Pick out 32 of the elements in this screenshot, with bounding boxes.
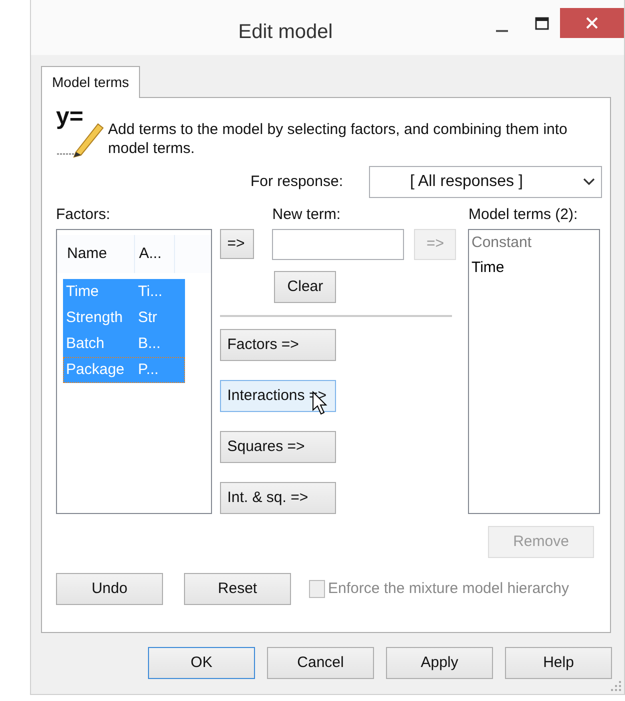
new-term-label: New term: [272,205,342,225]
column-header[interactable]: Name [63,235,135,273]
ok-button[interactable]: OK [148,647,255,679]
window-title: Edit model [237,20,333,45]
chevron-down-icon [583,178,595,186]
factor-list[interactable]: Name A... Time Ti... Strength Str Batch B... Package P... [56,229,212,514]
undo-button[interactable]: Undo [56,573,163,605]
dialog-button[interactable]: Help [505,647,612,679]
model-terms-label: Model terms (2): [468,205,579,225]
formula-label: y= [56,104,84,130]
add-button[interactable]: => [220,229,254,259]
hierarchy-label: Enforce the mixture model hierarchy [328,578,569,599]
reset-button[interactable]: Reset [184,573,291,605]
generate-button[interactable]: Factors => [220,329,336,361]
generate-button[interactable]: Squares => [220,431,336,463]
new-term-field[interactable] [272,229,404,260]
maximize-icon [535,16,549,30]
response-dropdown[interactable]: [ All responses ] [369,166,602,198]
generate-button[interactable]: Int. & sq. => [220,482,336,514]
model-term[interactable]: Time [471,257,597,282]
factors-label: Factors: [56,205,112,225]
close-icon [585,16,599,30]
close-button[interactable] [560,8,624,38]
column-header[interactable]: A... [135,235,175,273]
description-text: Add terms to the model by selecting factors, and combining them into model terms. [108,120,568,158]
resize-grip-icon [611,681,621,691]
tab[interactable]: Model terms [41,66,140,98]
dialog-button[interactable]: Apply [386,647,493,679]
dialog-button[interactable]: Cancel [267,647,374,679]
clear-button[interactable]: Clear [274,271,336,303]
minimize-icon [496,29,508,33]
response-label: For response: [250,172,343,192]
